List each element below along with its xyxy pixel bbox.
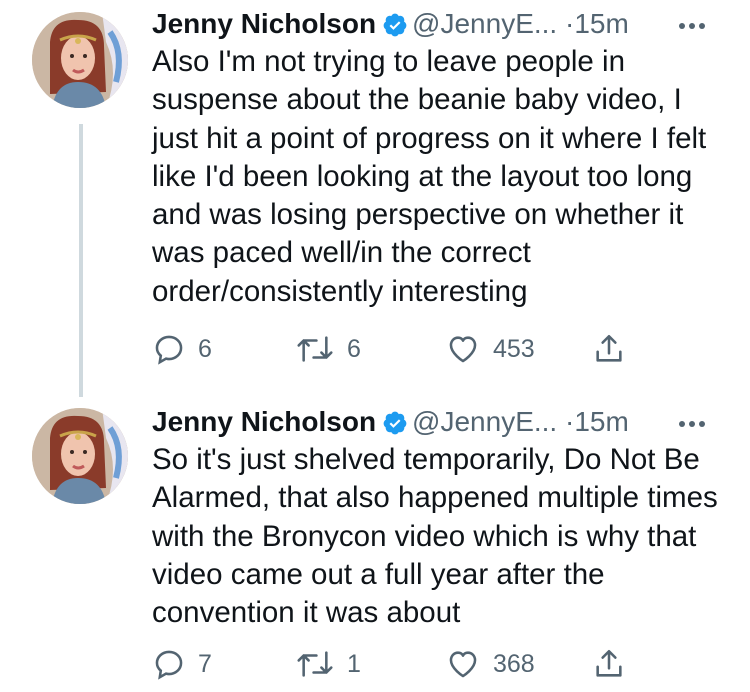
heart-icon [449,651,477,678]
reply-icon [155,650,183,680]
tweet-actions: 7 1 368 [152,642,652,686]
tweet-header: Jenny Nicholson @JennyE... ·15m [152,4,720,44]
author-handle[interactable]: @JennyE... [412,406,557,437]
like-button[interactable]: 453 [445,327,535,371]
retweet-icon [297,651,333,677]
retweet-button[interactable]: 1 [295,642,361,686]
share-button[interactable] [592,327,626,371]
timestamp[interactable]: 15m [574,8,628,39]
share-icon [596,649,622,677]
more-options-icon[interactable] [674,4,714,44]
tweet-1[interactable]: Jenny Nicholson @JennyE... ·15m Also I'm … [0,0,750,400]
retweet-icon [297,336,333,362]
like-button[interactable]: 368 [445,642,535,686]
retweet-count: 1 [347,649,361,678]
timestamp[interactable]: 15m [574,406,628,437]
reply-count: 6 [198,334,212,363]
author-name[interactable]: Jenny Nicholson [152,406,376,437]
avatar[interactable] [32,408,128,504]
author-handle[interactable]: @JennyE... [412,8,557,39]
retweet-button[interactable]: 6 [295,327,361,371]
more-options-icon[interactable] [674,402,714,442]
tweet-text: So it's just shelved temporarily, Do Not… [152,443,718,630]
verified-badge-icon [382,9,408,49]
retweet-count: 6 [347,334,361,363]
reply-button[interactable]: 7 [152,642,212,686]
separator-dot: · [564,8,575,39]
share-icon [596,334,622,362]
avatar-photo [32,12,128,108]
heart-icon [449,336,477,363]
separator-dot: · [564,406,575,437]
reply-button[interactable]: 6 [152,327,212,371]
avatar-photo [32,408,128,504]
tweet-actions: 6 6 453 [152,327,652,371]
avatar[interactable] [32,12,128,108]
tweet-header: Jenny Nicholson @JennyE... ·15m [152,402,720,442]
tweet-text: Also I'm not trying to leave people in s… [152,45,707,308]
share-button[interactable] [592,642,626,686]
reply-count: 7 [198,649,212,678]
like-count: 368 [493,649,535,678]
reply-icon [155,335,183,365]
verified-badge-icon [382,407,408,447]
author-name[interactable]: Jenny Nicholson [152,8,376,39]
tweet-2[interactable]: Jenny Nicholson @JennyE... ·15m So it's j… [0,400,750,692]
like-count: 453 [493,334,535,363]
